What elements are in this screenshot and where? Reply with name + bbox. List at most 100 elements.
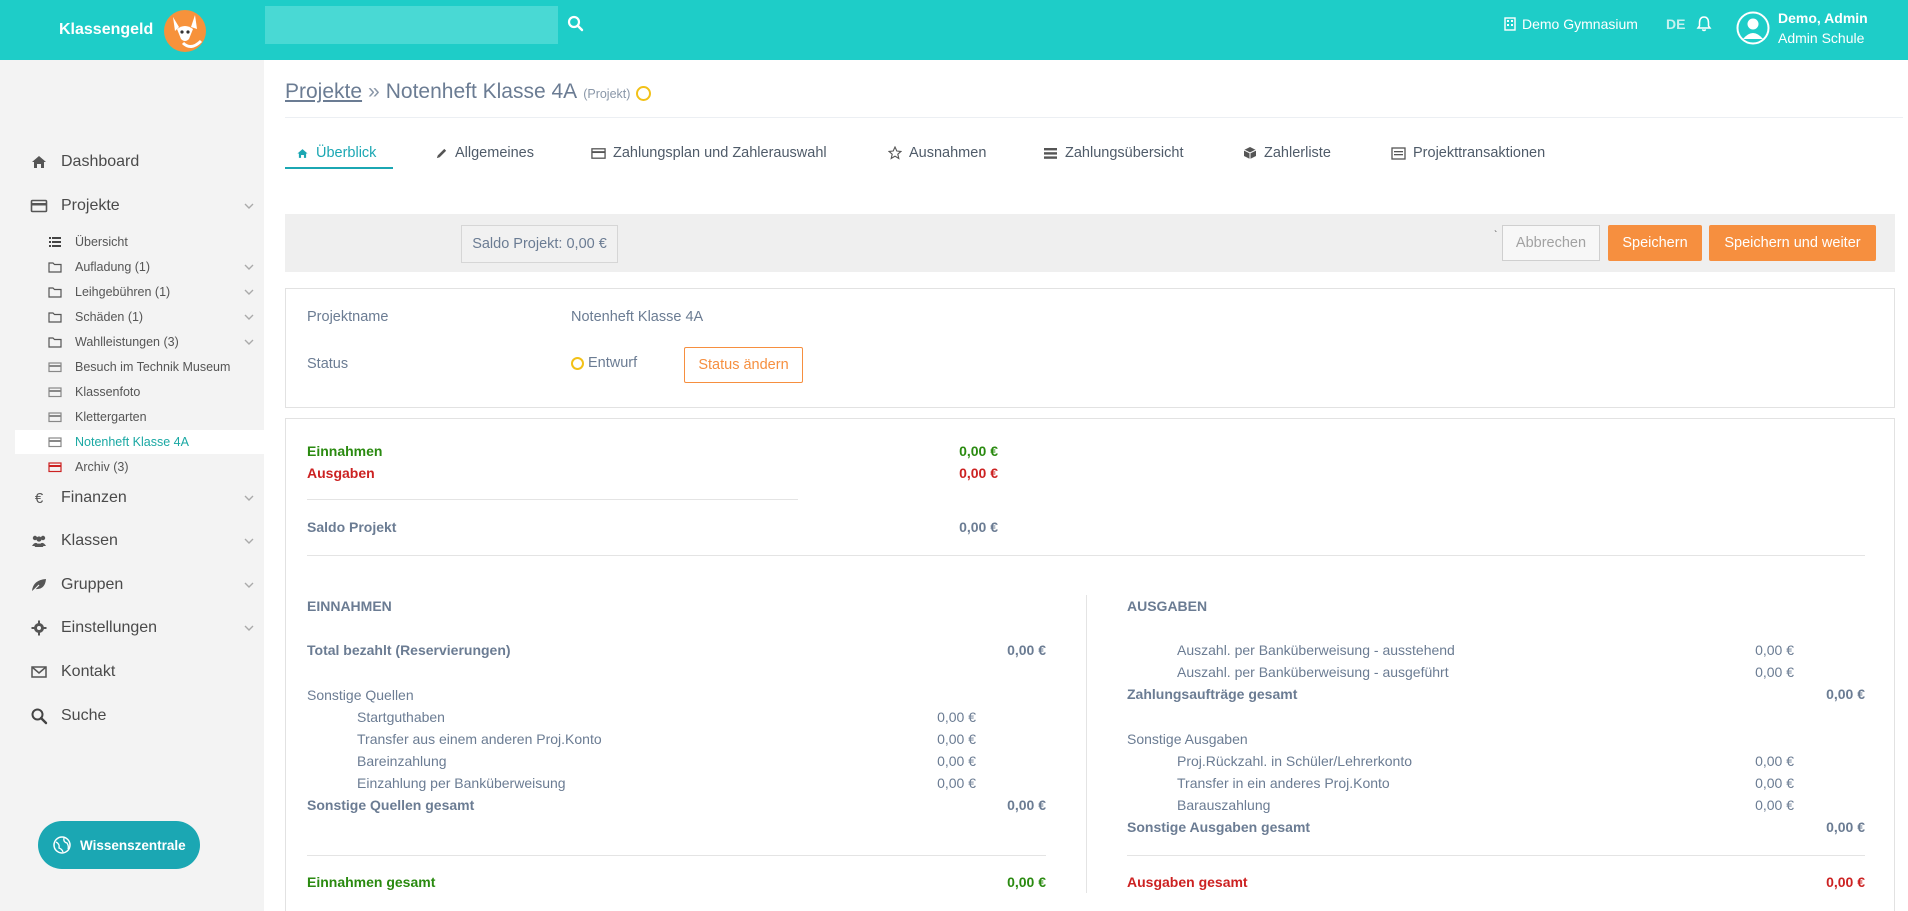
sidebar-sub-technik-museum[interactable]: Besuch im Technik Museum bbox=[15, 355, 264, 379]
sidebar-sub-archiv[interactable]: Archiv (3) bbox=[15, 455, 264, 479]
tab-zahlungsplan[interactable]: Zahlungsplan und Zahlerauswahl bbox=[591, 136, 827, 170]
sidebar-sub-uebersicht[interactable]: Übersicht bbox=[15, 230, 264, 254]
search-icon[interactable] bbox=[566, 14, 586, 34]
user-role: Admin Schule bbox=[1778, 30, 1865, 46]
summary-divider bbox=[307, 499, 798, 500]
leaf-icon bbox=[31, 579, 46, 593]
action-toolbar: Saldo Projekt: 0,00 € ` Abbrechen Speich… bbox=[285, 214, 1895, 272]
sidebar-item-einstellungen[interactable]: Einstellungen bbox=[0, 608, 264, 648]
summary-income-label: Einnahmen bbox=[307, 443, 383, 459]
chevron-down-icon bbox=[244, 339, 254, 345]
page-type-label: (Projekt) bbox=[583, 87, 631, 101]
sidebar-sub-schaeden[interactable]: Schäden (1) bbox=[15, 305, 264, 329]
expenses-item-value: 0,00 € bbox=[1755, 775, 1794, 791]
sidebar-item-kontakt[interactable]: Kontakt bbox=[0, 652, 264, 692]
income-other-total-value: 0,00 € bbox=[1007, 797, 1046, 813]
income-grand-total-label: Einnahmen gesamt bbox=[307, 874, 436, 890]
search-icon bbox=[31, 708, 48, 725]
summary-saldo-label: Saldo Projekt bbox=[307, 519, 397, 535]
chevron-down-icon bbox=[244, 264, 254, 270]
folder-icon bbox=[48, 262, 62, 273]
sidebar-sub-notenheft[interactable]: Notenheft Klasse 4A bbox=[15, 430, 264, 454]
saldo-badge: Saldo Projekt: 0,00 € bbox=[461, 225, 618, 263]
tab-label: Projekttransaktionen bbox=[1413, 145, 1546, 161]
breadcrumb-root-link[interactable]: Projekte bbox=[285, 80, 362, 104]
list-icon bbox=[49, 237, 61, 247]
change-status-button[interactable]: Status ändern bbox=[684, 347, 803, 383]
sidebar-sub-label: Aufladung (1) bbox=[75, 260, 151, 274]
sidebar-sub-klettergarten[interactable]: Klettergarten bbox=[15, 405, 264, 429]
sidebar-item-label: Kontakt bbox=[61, 663, 116, 680]
folder-icon bbox=[48, 337, 62, 348]
income-other-heading: Sonstige Quellen bbox=[307, 687, 414, 703]
sidebar-item-dashboard[interactable]: Dashboard bbox=[0, 142, 264, 182]
user-menu[interactable]: Demo, Admin Admin Schule bbox=[1736, 6, 1868, 50]
card-icon bbox=[48, 412, 62, 423]
tab-projekttransaktionen[interactable]: Projekttransaktionen bbox=[1391, 136, 1545, 170]
sidebar-item-finanzen[interactable]: € Finanzen bbox=[0, 478, 264, 518]
sidebar-sub-klassenfoto[interactable]: Klassenfoto bbox=[15, 380, 264, 404]
sidebar-item-label: Einstellungen bbox=[61, 619, 158, 636]
expenses-grand-total-value: 0,00 € bbox=[1826, 874, 1865, 890]
school-selector[interactable]: Demo Gymnasium bbox=[1504, 0, 1638, 48]
knowledge-center-button[interactable]: Wissenszentrale bbox=[38, 821, 200, 869]
income-divider bbox=[307, 855, 1046, 856]
sidebar-sub-wahlleistungen[interactable]: Wahlleistungen (3) bbox=[15, 330, 264, 354]
expenses-item-label: Barauszahlung bbox=[1177, 797, 1271, 813]
sidebar-item-projekte[interactable]: Projekte bbox=[0, 186, 264, 226]
status-label: Status bbox=[307, 356, 349, 372]
sidebar-sub-label: Besuch im Technik Museum bbox=[75, 360, 231, 374]
save-button[interactable]: Speichern bbox=[1608, 225, 1702, 261]
sidebar-sub-label: Klettergarten bbox=[75, 410, 147, 424]
top-bar: Klassengeld Demo Gymnasium DE Demo, Admi… bbox=[0, 0, 1908, 60]
sidebar-sub-aufladung[interactable]: Aufladung (1) bbox=[15, 255, 264, 279]
chevron-down-icon bbox=[244, 289, 254, 295]
chevron-down-icon bbox=[244, 314, 254, 320]
sidebar-item-gruppen[interactable]: Gruppen bbox=[0, 565, 264, 605]
income-item-value: 0,00 € bbox=[937, 731, 976, 747]
income-heading: EINNAHMEN bbox=[307, 598, 392, 614]
page-title: Notenheft Klasse 4A bbox=[385, 80, 578, 103]
status-value: Entwurf bbox=[588, 355, 638, 371]
expenses-item-value: 0,00 € bbox=[1755, 642, 1794, 658]
chevron-down-icon bbox=[244, 625, 254, 631]
expenses-item-value: 0,00 € bbox=[1755, 797, 1794, 813]
chevron-down-icon bbox=[244, 538, 254, 544]
list-icon bbox=[1044, 147, 1057, 159]
tab-ueberblick[interactable]: Überblick bbox=[296, 136, 376, 170]
brand-name: Klassengeld bbox=[59, 21, 154, 38]
globe-icon bbox=[53, 836, 71, 854]
language-switch[interactable]: DE bbox=[1666, 0, 1685, 48]
bell-icon[interactable] bbox=[1694, 14, 1714, 34]
tab-zahlungsuebersicht[interactable]: Zahlungsübersicht bbox=[1043, 136, 1184, 170]
tab-label: Ausnahmen bbox=[909, 145, 987, 161]
sidebar-item-suche[interactable]: Suche bbox=[0, 696, 264, 736]
expenses-other-heading: Sonstige Ausgaben bbox=[1127, 731, 1248, 747]
toolbar-mark: ` bbox=[1494, 230, 1498, 241]
home-icon bbox=[32, 156, 46, 168]
tab-ausnahmen[interactable]: Ausnahmen bbox=[888, 136, 986, 170]
tab-allgemeines[interactable]: Allgemeines bbox=[435, 136, 534, 170]
expenses-orders-total-label: Zahlungsaufträge gesamt bbox=[1127, 686, 1298, 702]
tab-zahlerliste[interactable]: Zahlerliste bbox=[1243, 136, 1331, 170]
sidebar-sub-label: Schäden (1) bbox=[75, 310, 144, 324]
summary-income-value: 0,00 € bbox=[959, 443, 998, 459]
chevron-down-icon bbox=[244, 582, 254, 588]
expenses-heading: AUSGABEN bbox=[1127, 598, 1208, 614]
income-grand-total-value: 0,00 € bbox=[1007, 874, 1046, 890]
tab-label: Zahlungsübersicht bbox=[1065, 145, 1184, 161]
knowledge-center-label: Wissenszentrale bbox=[80, 837, 186, 853]
summary-expenses-value: 0,00 € bbox=[959, 465, 998, 481]
expenses-grand-total-label: Ausgaben gesamt bbox=[1127, 874, 1248, 890]
save-and-continue-button[interactable]: Speichern und weiter bbox=[1709, 225, 1876, 261]
project-info-panel: Projektname Notenheft Klasse 4A Status E… bbox=[285, 288, 1895, 408]
status-circle-icon bbox=[636, 85, 652, 101]
search-input[interactable] bbox=[265, 6, 558, 44]
sidebar-item-label: Klassen bbox=[61, 532, 118, 549]
breadcrumb-separator: » bbox=[368, 80, 380, 103]
card-icon bbox=[48, 362, 62, 373]
brand[interactable]: Klassengeld bbox=[59, 0, 209, 60]
cancel-button[interactable]: Abbrechen bbox=[1502, 225, 1600, 261]
sidebar-sub-leihgebuehren[interactable]: Leihgebühren (1) bbox=[15, 280, 264, 304]
sidebar-item-klassen[interactable]: Klassen bbox=[0, 521, 264, 561]
